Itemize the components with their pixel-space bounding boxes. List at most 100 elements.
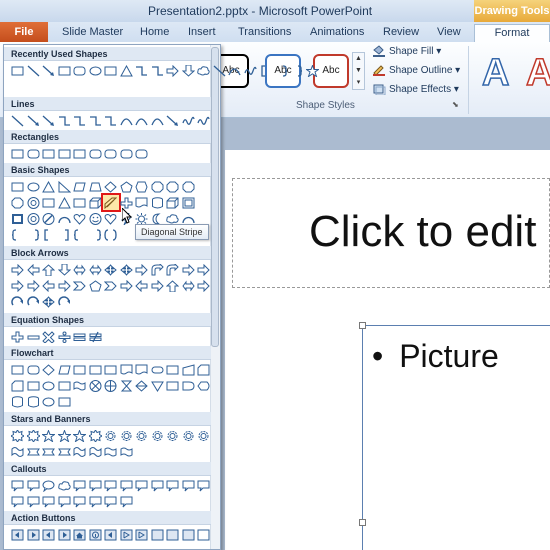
oval-shape-icon[interactable]	[41, 394, 57, 409]
shape-effects-button[interactable]: Shape Effects ▾	[372, 82, 459, 98]
circarr-shape-icon[interactable]	[10, 294, 26, 309]
arrowl-shape-icon[interactable]	[41, 113, 57, 128]
darrow-shape-icon[interactable]	[181, 63, 197, 78]
rarrow-shape-icon[interactable]	[196, 278, 212, 293]
can-shape-icon[interactable]	[150, 195, 166, 210]
wordart-style-red[interactable]: A	[525, 51, 550, 95]
lrarrow-shape-icon[interactable]	[72, 262, 88, 277]
divide-shape-icon[interactable]	[57, 329, 73, 344]
line-shape-icon[interactable]	[10, 113, 26, 128]
uarrow-shape-icon[interactable]	[41, 262, 57, 277]
actL-shape-icon[interactable]	[41, 527, 57, 542]
rarrow-shape-icon[interactable]	[10, 278, 26, 293]
rarrow-shape-icon[interactable]	[26, 278, 42, 293]
gear-shape-icon[interactable]	[119, 428, 135, 443]
minus-shape-icon[interactable]	[26, 329, 42, 344]
heart-shape-icon[interactable]	[72, 211, 88, 226]
larrow-shape-icon[interactable]	[26, 262, 42, 277]
tri-shape-icon[interactable]	[41, 179, 57, 194]
act-shape-icon[interactable]	[165, 527, 181, 542]
shape-styles-scroll[interactable]: ▲ ▼ ▾	[352, 52, 365, 90]
oct-shape-icon[interactable]	[165, 179, 181, 194]
tape-shape-icon[interactable]	[119, 444, 135, 459]
trap-shape-icon[interactable]	[88, 179, 104, 194]
elbow-shape-icon[interactable]	[57, 113, 73, 128]
arrowl-shape-icon[interactable]	[41, 63, 57, 78]
diagonal-stripe-shape-icon[interactable]	[101, 193, 121, 212]
tri-shape-icon[interactable]	[57, 195, 73, 210]
rect-shape-icon[interactable]	[57, 146, 73, 161]
actE-shape-icon[interactable]	[119, 527, 135, 542]
rect-shape-icon[interactable]	[10, 362, 26, 377]
ribbon-shape-icon[interactable]	[57, 444, 73, 459]
oval-shape-icon[interactable]	[26, 179, 42, 194]
darrow-shape-icon[interactable]	[57, 262, 73, 277]
sort-shape-icon[interactable]	[134, 378, 150, 393]
banner-shape-icon[interactable]	[72, 444, 88, 459]
smiley-shape-icon[interactable]	[88, 211, 104, 226]
chev-shape-icon[interactable]	[72, 278, 88, 293]
doc-shape-icon[interactable]	[119, 362, 135, 377]
rarrow-shape-icon[interactable]	[196, 262, 212, 277]
actH-shape-icon[interactable]	[72, 527, 88, 542]
callrect-shape-icon[interactable]	[88, 478, 104, 493]
actE-shape-icon[interactable]	[134, 527, 150, 542]
rarrow-shape-icon[interactable]	[10, 262, 26, 277]
tab-file[interactable]: File	[0, 22, 48, 42]
sumj-shape-icon[interactable]	[88, 378, 104, 393]
plus-shape-icon[interactable]	[10, 329, 26, 344]
callrect-shape-icon[interactable]	[72, 494, 88, 509]
brackR-shape-icon[interactable]	[88, 227, 104, 242]
arc-shape-icon[interactable]	[57, 211, 73, 226]
elbow-shape-icon[interactable]	[134, 63, 150, 78]
arrowl-shape-icon[interactable]	[165, 113, 181, 128]
rect-shape-icon[interactable]	[165, 378, 181, 393]
lrarrow-shape-icon[interactable]	[181, 278, 197, 293]
rect-shape-icon[interactable]	[41, 146, 57, 161]
calloval-shape-icon[interactable]	[41, 478, 57, 493]
manin-shape-icon[interactable]	[181, 362, 197, 377]
gallery-scrollbar[interactable]	[210, 45, 220, 549]
elbow-shape-icon[interactable]	[103, 113, 119, 128]
doc-shape-icon[interactable]	[134, 362, 150, 377]
actB-shape-icon[interactable]	[196, 527, 212, 542]
cloud-shape-icon[interactable]	[57, 478, 73, 493]
star5-shape-icon[interactable]	[305, 63, 321, 78]
hex-shape-icon[interactable]	[134, 179, 150, 194]
neq-shape-icon[interactable]	[88, 329, 104, 344]
rect-shape-icon[interactable]	[10, 63, 26, 78]
cardx-shape-icon[interactable]	[196, 362, 212, 377]
rect-shape-icon[interactable]	[57, 378, 73, 393]
orj-shape-icon[interactable]	[103, 378, 119, 393]
actR-shape-icon[interactable]	[57, 527, 73, 542]
rect-shape-icon[interactable]	[10, 179, 26, 194]
rrect-shape-icon[interactable]	[72, 63, 88, 78]
lrarrow-shape-icon[interactable]	[88, 262, 104, 277]
equal-shape-icon[interactable]	[72, 329, 88, 344]
rect-shape-icon[interactable]	[41, 195, 57, 210]
tri-shape-icon[interactable]	[119, 63, 135, 78]
heart-shape-icon[interactable]	[103, 211, 119, 226]
circarr-shape-icon[interactable]	[26, 294, 42, 309]
callrect-shape-icon[interactable]	[41, 494, 57, 509]
seal-shape-icon[interactable]	[26, 428, 42, 443]
rrect-shape-icon[interactable]	[103, 146, 119, 161]
quad-shape-icon[interactable]	[119, 262, 135, 277]
para-shape-icon[interactable]	[72, 179, 88, 194]
merge-shape-icon[interactable]	[150, 378, 166, 393]
wordart-style-blue[interactable]: A	[481, 51, 510, 95]
callrect-shape-icon[interactable]	[26, 478, 42, 493]
oval-shape-icon[interactable]	[41, 378, 57, 393]
brackL-shape-icon[interactable]	[10, 227, 26, 242]
star5-shape-icon[interactable]	[57, 428, 73, 443]
rarrow-shape-icon[interactable]	[119, 278, 135, 293]
rect-shape-icon[interactable]	[103, 362, 119, 377]
gear-shape-icon[interactable]	[181, 428, 197, 443]
banner-shape-icon[interactable]	[88, 444, 104, 459]
delay-shape-icon[interactable]	[181, 378, 197, 393]
doc-shape-icon[interactable]	[134, 195, 150, 210]
actR-shape-icon[interactable]	[26, 527, 42, 542]
scrib-shape-icon[interactable]	[243, 63, 259, 78]
larrow-shape-icon[interactable]	[41, 278, 57, 293]
rrect-shape-icon[interactable]	[88, 146, 104, 161]
